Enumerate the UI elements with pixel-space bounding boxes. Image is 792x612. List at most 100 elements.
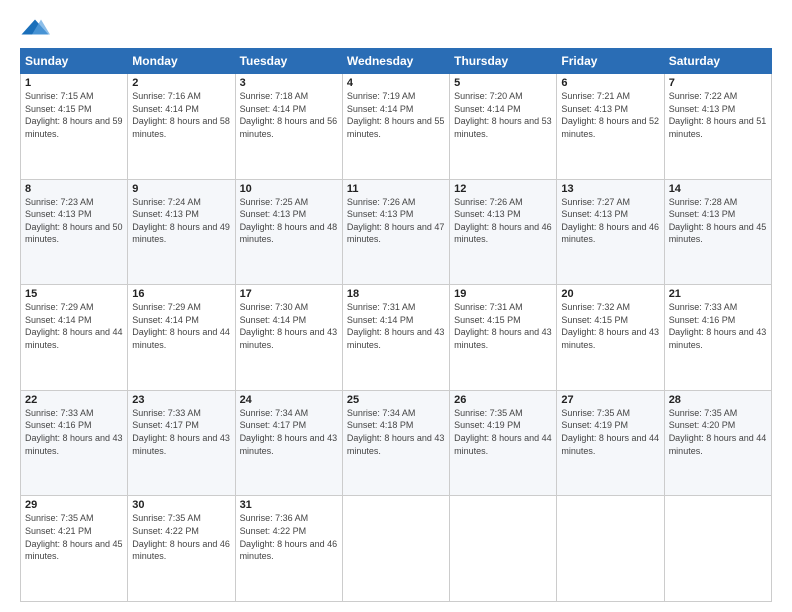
calendar-week-row: 22 Sunrise: 7:33 AMSunset: 4:16 PMDayligh… [21,390,772,496]
day-number: 26 [454,394,552,406]
calendar-cell: 16Sunrise: 7:29 AMSunset: 4:14 PMDayligh… [128,285,235,391]
logo-icon [20,18,50,36]
day-info: Sunrise: 7:18 AMSunset: 4:14 PMDaylight:… [240,91,338,139]
day-info: Sunrise: 7:33 AMSunset: 4:17 PMDaylight:… [132,408,230,456]
calendar-cell: 8 Sunrise: 7:23 AMSunset: 4:13 PMDaylight… [21,179,128,285]
calendar-cell [342,496,449,602]
calendar-cell: 17Sunrise: 7:30 AMSunset: 4:14 PMDayligh… [235,285,342,391]
calendar-cell: 20 Sunrise: 7:32 AMSunset: 4:15 PMDayligh… [557,285,664,391]
day-info: Sunrise: 7:23 AMSunset: 4:13 PMDaylight:… [25,197,123,245]
calendar-cell: 12 Sunrise: 7:26 AMSunset: 4:13 PMDayligh… [450,179,557,285]
day-number: 28 [669,394,767,406]
calendar-cell: 3Sunrise: 7:18 AMSunset: 4:14 PMDaylight… [235,74,342,180]
weekday-header-thursday: Thursday [450,49,557,74]
calendar-cell: 25 Sunrise: 7:34 AMSunset: 4:18 PMDayligh… [342,390,449,496]
day-number: 4 [347,77,445,89]
calendar-week-row: 1Sunrise: 7:15 AMSunset: 4:15 PMDaylight… [21,74,772,180]
calendar-cell: 1Sunrise: 7:15 AMSunset: 4:15 PMDaylight… [21,74,128,180]
calendar-week-row: 8 Sunrise: 7:23 AMSunset: 4:13 PMDaylight… [21,179,772,285]
day-number: 10 [240,183,338,195]
day-number: 9 [132,183,230,195]
day-number: 29 [25,499,123,511]
page: SundayMondayTuesdayWednesdayThursdayFrid… [0,0,792,612]
day-info: Sunrise: 7:33 AMSunset: 4:16 PMDaylight:… [25,408,123,456]
day-info: Sunrise: 7:16 AMSunset: 4:14 PMDaylight:… [132,91,230,139]
weekday-header-friday: Friday [557,49,664,74]
day-number: 11 [347,183,445,195]
day-number: 12 [454,183,552,195]
calendar-cell: 7 Sunrise: 7:22 AMSunset: 4:13 PMDaylight… [664,74,771,180]
day-number: 20 [561,288,659,300]
day-number: 13 [561,183,659,195]
day-info: Sunrise: 7:21 AMSunset: 4:13 PMDaylight:… [561,91,659,139]
day-number: 24 [240,394,338,406]
day-info: Sunrise: 7:28 AMSunset: 4:13 PMDaylight:… [669,197,767,245]
day-number: 7 [669,77,767,89]
day-info: Sunrise: 7:22 AMSunset: 4:13 PMDaylight:… [669,91,767,139]
day-info: Sunrise: 7:35 AMSunset: 4:22 PMDaylight:… [132,513,230,561]
calendar-cell [450,496,557,602]
day-info: Sunrise: 7:27 AMSunset: 4:13 PMDaylight:… [561,197,659,245]
weekday-header-monday: Monday [128,49,235,74]
day-info: Sunrise: 7:34 AMSunset: 4:17 PMDaylight:… [240,408,338,456]
calendar-cell: 26 Sunrise: 7:35 AMSunset: 4:19 PMDayligh… [450,390,557,496]
header [20,18,772,38]
calendar-cell: 29 Sunrise: 7:35 AMSunset: 4:21 PMDayligh… [21,496,128,602]
calendar-cell: 14 Sunrise: 7:28 AMSunset: 4:13 PMDayligh… [664,179,771,285]
day-number: 30 [132,499,230,511]
calendar-cell: 21 Sunrise: 7:33 AMSunset: 4:16 PMDayligh… [664,285,771,391]
logo [20,18,50,38]
calendar-cell: 13 Sunrise: 7:27 AMSunset: 4:13 PMDayligh… [557,179,664,285]
day-number: 5 [454,77,552,89]
calendar-cell: 4 Sunrise: 7:19 AMSunset: 4:14 PMDaylight… [342,74,449,180]
day-info: Sunrise: 7:35 AMSunset: 4:19 PMDaylight:… [561,408,659,456]
calendar-cell: 5 Sunrise: 7:20 AMSunset: 4:14 PMDaylight… [450,74,557,180]
calendar-cell: 27 Sunrise: 7:35 AMSunset: 4:19 PMDayligh… [557,390,664,496]
day-number: 18 [347,288,445,300]
day-info: Sunrise: 7:34 AMSunset: 4:18 PMDaylight:… [347,408,445,456]
calendar-cell: 24 Sunrise: 7:34 AMSunset: 4:17 PMDayligh… [235,390,342,496]
calendar-cell: 2 Sunrise: 7:16 AMSunset: 4:14 PMDaylight… [128,74,235,180]
day-info: Sunrise: 7:29 AMSunset: 4:14 PMDaylight:… [25,302,123,350]
calendar-cell: 18 Sunrise: 7:31 AMSunset: 4:14 PMDayligh… [342,285,449,391]
day-number: 31 [240,499,338,511]
weekday-header-wednesday: Wednesday [342,49,449,74]
calendar-cell: 23 Sunrise: 7:33 AMSunset: 4:17 PMDayligh… [128,390,235,496]
calendar-cell: 31 Sunrise: 7:36 AMSunset: 4:22 PMDayligh… [235,496,342,602]
day-info: Sunrise: 7:15 AMSunset: 4:15 PMDaylight:… [25,91,123,139]
calendar-cell: 19Sunrise: 7:31 AMSunset: 4:15 PMDayligh… [450,285,557,391]
day-info: Sunrise: 7:36 AMSunset: 4:22 PMDaylight:… [240,513,338,561]
calendar-cell: 10Sunrise: 7:25 AMSunset: 4:13 PMDayligh… [235,179,342,285]
day-number: 23 [132,394,230,406]
day-info: Sunrise: 7:31 AMSunset: 4:14 PMDaylight:… [347,302,445,350]
day-number: 6 [561,77,659,89]
day-number: 14 [669,183,767,195]
day-number: 2 [132,77,230,89]
calendar-cell: 9Sunrise: 7:24 AMSunset: 4:13 PMDaylight… [128,179,235,285]
day-number: 25 [347,394,445,406]
day-number: 19 [454,288,552,300]
day-number: 27 [561,394,659,406]
calendar-cell: 30 Sunrise: 7:35 AMSunset: 4:22 PMDayligh… [128,496,235,602]
day-number: 8 [25,183,123,195]
day-info: Sunrise: 7:20 AMSunset: 4:14 PMDaylight:… [454,91,552,139]
calendar-table: SundayMondayTuesdayWednesdayThursdayFrid… [20,48,772,602]
day-info: Sunrise: 7:35 AMSunset: 4:21 PMDaylight:… [25,513,123,561]
day-number: 15 [25,288,123,300]
day-info: Sunrise: 7:26 AMSunset: 4:13 PMDaylight:… [454,197,552,245]
day-info: Sunrise: 7:32 AMSunset: 4:15 PMDaylight:… [561,302,659,350]
day-info: Sunrise: 7:33 AMSunset: 4:16 PMDaylight:… [669,302,767,350]
calendar-cell [557,496,664,602]
day-info: Sunrise: 7:35 AMSunset: 4:19 PMDaylight:… [454,408,552,456]
calendar-week-row: 15 Sunrise: 7:29 AMSunset: 4:14 PMDayligh… [21,285,772,391]
calendar-cell: 22 Sunrise: 7:33 AMSunset: 4:16 PMDayligh… [21,390,128,496]
day-number: 22 [25,394,123,406]
day-info: Sunrise: 7:35 AMSunset: 4:20 PMDaylight:… [669,408,767,456]
calendar-cell: 6 Sunrise: 7:21 AMSunset: 4:13 PMDaylight… [557,74,664,180]
day-info: Sunrise: 7:19 AMSunset: 4:14 PMDaylight:… [347,91,445,139]
day-number: 16 [132,288,230,300]
calendar-header-row: SundayMondayTuesdayWednesdayThursdayFrid… [21,49,772,74]
calendar-cell: 11Sunrise: 7:26 AMSunset: 4:13 PMDayligh… [342,179,449,285]
day-number: 21 [669,288,767,300]
calendar-week-row: 29 Sunrise: 7:35 AMSunset: 4:21 PMDayligh… [21,496,772,602]
